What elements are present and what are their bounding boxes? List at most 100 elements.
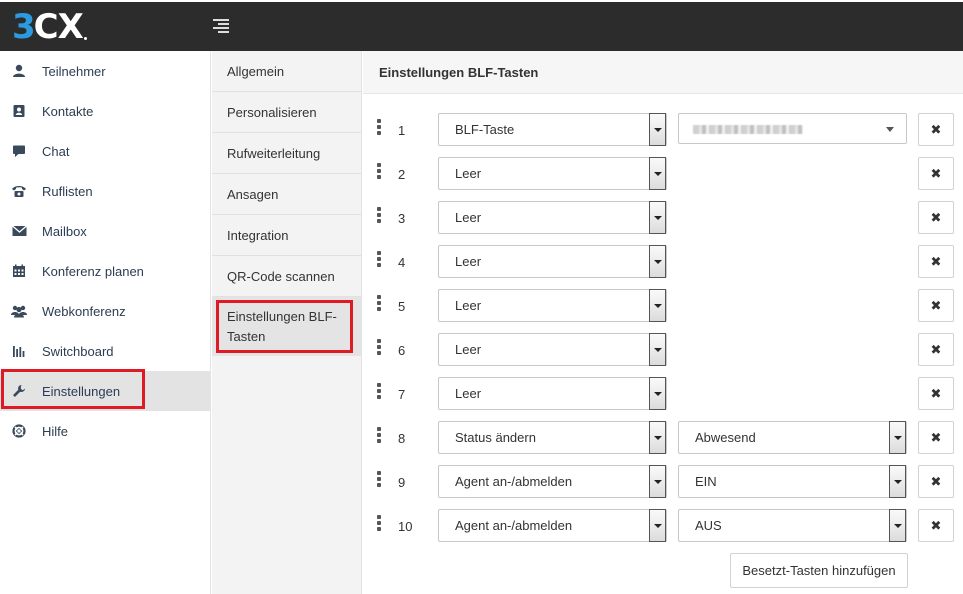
sidebar-item-ruflisten[interactable]: Ruflisten xyxy=(0,171,210,211)
drag-handle-icon[interactable] xyxy=(377,119,381,137)
tab-ansagen[interactable]: Ansagen xyxy=(212,174,361,215)
chevron-down-icon xyxy=(649,421,666,454)
sidebar-item-konferenz-planen[interactable]: Konferenz planen xyxy=(0,251,210,291)
select-value: Status ändern xyxy=(455,430,536,445)
tab-rufweiterleitung[interactable]: Rufweiterleitung xyxy=(212,133,361,174)
delete-button[interactable]: ✖ xyxy=(918,509,954,542)
row-number: 9 xyxy=(398,475,406,490)
tab-qr-code-scannen[interactable]: QR-Code scannen xyxy=(212,256,361,297)
tab-allgemein[interactable]: Allgemein xyxy=(212,51,361,92)
logo-text: CX xyxy=(33,7,84,47)
blf-type-select[interactable]: Agent an-/abmelden xyxy=(438,509,667,542)
drag-handle-icon[interactable] xyxy=(377,515,381,533)
sidebar-item-label: Webkonferenz xyxy=(42,303,126,319)
envelope-icon xyxy=(11,223,27,239)
chevron-down-icon xyxy=(649,157,666,190)
delete-button[interactable]: ✖ xyxy=(918,333,954,366)
caret-down-icon xyxy=(886,127,894,132)
delete-button[interactable]: ✖ xyxy=(918,421,954,454)
blf-row-3: 3 Leer ✖ xyxy=(363,201,963,235)
blf-type-select[interactable]: Leer xyxy=(438,377,667,410)
select-value: Agent an-/abmelden xyxy=(455,518,573,533)
sidebar-item-webkonferenz[interactable]: Webkonferenz xyxy=(0,291,210,331)
drag-handle-icon[interactable] xyxy=(377,251,381,269)
blf-row-5: 5 Leer ✖ xyxy=(363,289,963,323)
blf-type-select[interactable]: Leer xyxy=(438,245,667,278)
delete-button[interactable]: ✖ xyxy=(918,465,954,498)
sidebar-item-einstellungen[interactable]: Einstellungen xyxy=(0,371,210,411)
delete-button[interactable]: ✖ xyxy=(918,289,954,322)
close-icon: ✖ xyxy=(930,165,942,181)
chevron-down-icon xyxy=(649,245,666,278)
chevron-down-icon xyxy=(649,289,666,322)
blf-type-select[interactable]: Leer xyxy=(438,201,667,234)
blf-row-8: 8 Status ändern Abwesend ✖ xyxy=(363,421,963,455)
close-icon: ✖ xyxy=(930,209,942,225)
blf-row-9: 9 Agent an-/abmelden EIN ✖ xyxy=(363,465,963,499)
settings-subnav: Allgemein Personalisieren Rufweiterleitu… xyxy=(212,51,362,594)
drag-handle-icon[interactable] xyxy=(377,339,381,357)
address-book-icon xyxy=(11,103,27,119)
sidebar-item-label: Konferenz planen xyxy=(42,263,144,279)
close-icon: ✖ xyxy=(930,473,942,489)
drag-handle-icon[interactable] xyxy=(377,427,381,445)
blf-type-select[interactable]: Agent an-/abmelden xyxy=(438,465,667,498)
row-number: 4 xyxy=(398,255,406,270)
select-value: Leer xyxy=(455,386,482,401)
tab-integration[interactable]: Integration xyxy=(212,215,361,256)
drag-handle-icon[interactable] xyxy=(377,163,381,181)
drag-handle-icon[interactable] xyxy=(377,383,381,401)
close-icon: ✖ xyxy=(930,385,942,401)
close-icon: ✖ xyxy=(930,297,942,313)
blf-type-select[interactable]: Status ändern xyxy=(438,421,667,454)
sidebar-item-kontakte[interactable]: Kontakte xyxy=(0,91,210,131)
blf-extension-combobox[interactable] xyxy=(678,113,907,144)
sidebar-item-hilfe[interactable]: Hilfe xyxy=(0,411,210,451)
sidebar-item-label: Teilnehmer xyxy=(42,63,106,79)
row-number: 2 xyxy=(398,167,406,182)
drag-handle-icon[interactable] xyxy=(377,207,381,225)
sidebar-item-label: Kontakte xyxy=(42,103,94,119)
blf-value-select[interactable]: AUS xyxy=(678,509,907,542)
row-number: 1 xyxy=(398,123,406,138)
blf-type-select[interactable]: Leer xyxy=(438,157,667,190)
delete-button[interactable]: ✖ xyxy=(918,113,954,146)
sidebar: Teilnehmer Kontakte Chat Ruflisten Mailb… xyxy=(0,51,211,594)
tab-einstellungen-blf-tasten[interactable]: Einstellungen BLF-Tasten xyxy=(212,297,361,356)
add-busy-keys-button[interactable]: Besetzt-Tasten hinzufügen xyxy=(730,553,908,588)
blf-type-select[interactable]: Leer xyxy=(438,289,667,322)
select-value: Leer xyxy=(455,298,482,313)
blf-type-select[interactable]: Leer xyxy=(438,333,667,366)
close-icon: ✖ xyxy=(930,121,942,137)
delete-button[interactable]: ✖ xyxy=(918,201,954,234)
logo-dot xyxy=(83,37,87,40)
sidebar-item-switchboard[interactable]: Switchboard xyxy=(0,331,210,371)
sidebar-item-chat[interactable]: Chat xyxy=(0,131,210,171)
lifebuoy-icon xyxy=(11,423,27,439)
delete-button[interactable]: ✖ xyxy=(918,377,954,410)
top-bar: 3 CX xyxy=(0,0,963,51)
delete-button[interactable]: ✖ xyxy=(918,245,954,278)
tab-personalisieren[interactable]: Personalisieren xyxy=(212,92,361,133)
blf-row-4: 4 Leer ✖ xyxy=(363,245,963,279)
blf-value-select[interactable]: Abwesend xyxy=(678,421,907,454)
select-value: Agent an-/abmelden xyxy=(455,474,573,489)
row-number: 7 xyxy=(398,387,406,402)
drag-handle-icon[interactable] xyxy=(377,471,381,489)
blf-type-select[interactable]: BLF-Taste xyxy=(438,113,667,146)
logo-3cx[interactable]: 3 CX xyxy=(12,7,87,47)
menu-toggle-icon[interactable] xyxy=(213,19,229,33)
row-number: 6 xyxy=(398,343,406,358)
chevron-down-icon xyxy=(889,465,906,498)
chevron-down-icon xyxy=(649,201,666,234)
drag-handle-icon[interactable] xyxy=(377,295,381,313)
chevron-down-icon xyxy=(889,509,906,542)
select-value: Abwesend xyxy=(695,430,756,445)
blf-value-select[interactable]: EIN xyxy=(678,465,907,498)
select-value: Leer xyxy=(455,254,482,269)
sidebar-item-mailbox[interactable]: Mailbox xyxy=(0,211,210,251)
blf-row-7: 7 Leer ✖ xyxy=(363,377,963,411)
sidebar-item-teilnehmer[interactable]: Teilnehmer xyxy=(0,51,210,91)
delete-button[interactable]: ✖ xyxy=(918,157,954,190)
chevron-down-icon xyxy=(889,421,906,454)
